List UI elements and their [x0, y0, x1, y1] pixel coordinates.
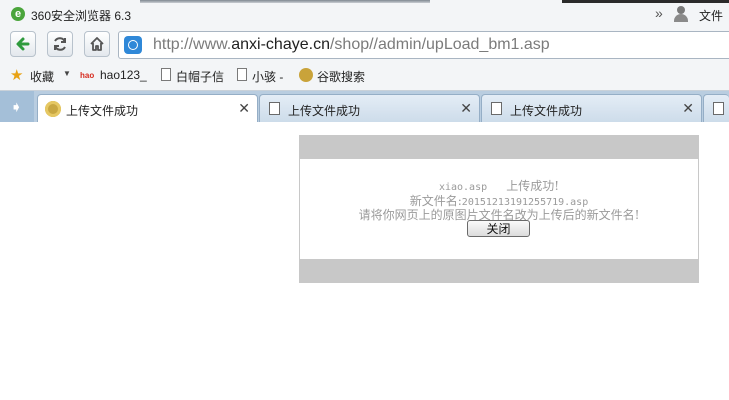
url-path: /shop//admin/upLoad_bm1.asp	[329, 36, 550, 53]
browser-logo-icon: e	[11, 7, 25, 21]
chevron-down-icon[interactable]: ▼	[63, 69, 71, 78]
more-icon[interactable]: »	[655, 5, 663, 21]
tab-label: 上传文件成功	[288, 104, 361, 118]
close-tab-icon[interactable]: ✕	[682, 100, 694, 117]
navigation-bar: http://www.anxi-chaye.cn/shop//admin/upL…	[0, 28, 729, 62]
url-text[interactable]: http://www.anxi-chaye.cn/shop//admin/upL…	[153, 36, 550, 54]
bookmark-google-search[interactable]: 谷歌搜索	[317, 68, 365, 85]
sidebar-arrow-icon: ➧	[10, 99, 23, 116]
back-button[interactable]	[10, 31, 36, 57]
google-icon	[299, 68, 313, 82]
url-prefix: http://www.	[153, 36, 232, 53]
bookmark-hao123[interactable]: hao123_	[100, 68, 147, 82]
refresh-button[interactable]	[47, 31, 73, 57]
close-tab-icon[interactable]: ✕	[460, 100, 472, 117]
close-tab-icon[interactable]: ✕	[238, 100, 250, 117]
upload-result-body: xiao.asp 上传成功! 新文件名:20151213191255719.as…	[300, 159, 698, 259]
page-icon	[237, 68, 247, 81]
tab-overflow[interactable]	[703, 94, 729, 122]
tab-upload-success-1[interactable]: 上传文件成功 ✕	[37, 94, 258, 122]
title-bar: e 360安全浏览器 6.3 » 文件	[0, 0, 729, 28]
top-edge-bar	[562, 0, 729, 3]
tab-upload-success-3[interactable]: 上传文件成功 ✕	[481, 94, 702, 122]
upload-result-panel: xiao.asp 上传成功! 新文件名:20151213191255719.as…	[299, 135, 699, 283]
bookmark-baimaozi[interactable]: 白帽子信	[176, 68, 224, 85]
page-content: xiao.asp 上传成功! 新文件名:20151213191255719.as…	[0, 122, 729, 400]
tab-label: 上传文件成功	[510, 104, 583, 118]
file-menu[interactable]: 文件	[699, 7, 723, 24]
browser-window: e 360安全浏览器 6.3 » 文件 http://www.anxi-chay…	[0, 0, 729, 400]
refresh-icon	[54, 37, 66, 51]
user-icon[interactable]	[673, 6, 689, 22]
favorites-menu[interactable]: 收藏	[30, 68, 54, 85]
bookmarks-bar: ★ 收藏 ▼ hao hao123_ 白帽子信 小骇 - 谷歌搜索	[0, 62, 729, 91]
home-button[interactable]	[84, 31, 110, 57]
upload-status: 上传成功!	[506, 179, 560, 193]
site-favicon-icon	[45, 101, 61, 117]
sidebar-toggle-button[interactable]: ➧	[0, 91, 34, 122]
tab-strip: ➧ 上传文件成功 ✕ 上传文件成功 ✕ 上传文件成功 ✕	[0, 91, 729, 122]
site-identity-icon[interactable]	[124, 36, 142, 54]
tab-upload-success-2[interactable]: 上传文件成功 ✕	[259, 94, 480, 122]
back-arrow-icon	[16, 37, 30, 51]
page-icon	[161, 68, 171, 81]
address-bar[interactable]: http://www.anxi-chaye.cn/shop//admin/upL…	[118, 31, 729, 59]
url-domain: anxi-chaye.cn	[231, 36, 330, 53]
home-icon	[90, 37, 104, 51]
page-icon	[269, 102, 280, 115]
page-icon	[491, 102, 502, 115]
page-icon	[713, 102, 724, 115]
close-button[interactable]: 关闭	[467, 220, 530, 237]
top-edge-shadow	[140, 0, 430, 3]
hao123-icon: hao	[80, 71, 95, 80]
favorites-star-icon: ★	[10, 67, 24, 84]
tab-label: 上传文件成功	[66, 104, 139, 118]
bookmark-xiaohai[interactable]: 小骇 -	[252, 68, 283, 85]
window-title: 360安全浏览器 6.3	[31, 9, 132, 23]
